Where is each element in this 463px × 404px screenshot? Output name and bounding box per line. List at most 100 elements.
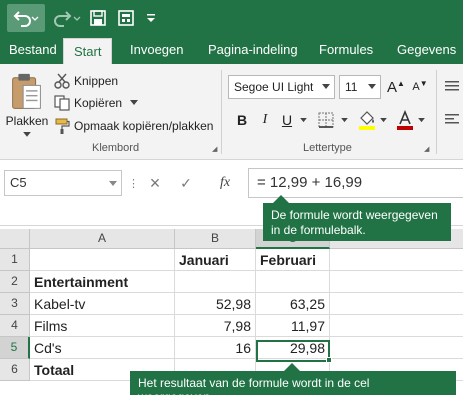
font-color-icon <box>397 110 413 130</box>
cell-b2[interactable] <box>175 271 256 293</box>
paste-button[interactable]: Plakken <box>6 72 48 138</box>
cancel-icon[interactable]: × <box>146 173 164 193</box>
callout-tail <box>273 195 289 203</box>
format-painter-icon <box>55 118 70 134</box>
cell-a3[interactable]: Kabel-tv <box>30 293 175 315</box>
chevron-down-icon <box>379 117 387 122</box>
quick-access-toolbar <box>0 0 463 36</box>
undo-button[interactable] <box>7 4 45 32</box>
fill-handle[interactable] <box>326 357 332 363</box>
cell-empty[interactable] <box>330 271 463 293</box>
cell-empty[interactable] <box>330 293 463 315</box>
dialog-launcher-icon[interactable]: ◢ <box>424 146 432 154</box>
excel-window: Bestand Start Invoegen Pagina-indeling F… <box>0 0 463 404</box>
formula-input[interactable]: = 12,99 + 16,99 <box>248 168 463 198</box>
ribbon: Plakken Knippen Kopiëren Opmaak kopiëren… <box>0 64 463 160</box>
copy-label: Kopiëren <box>74 96 123 110</box>
shrink-font-label: A <box>412 81 420 93</box>
font-size-value: 11 <box>345 80 358 94</box>
underline-button[interactable]: U <box>277 106 297 134</box>
row-header[interactable]: 4 <box>0 315 30 337</box>
select-all-corner[interactable] <box>0 229 30 249</box>
paste-label: Plakken <box>5 114 49 129</box>
chevron-down-icon <box>130 100 139 105</box>
row-header[interactable]: 5 <box>0 337 30 359</box>
form-icon <box>118 10 134 26</box>
ribbon-tabs: Bestand Start Invoegen Pagina-indeling F… <box>0 36 463 64</box>
tab-gegevens[interactable]: Gegevens <box>397 36 456 64</box>
column-header-a[interactable]: A <box>30 229 175 249</box>
copy-button[interactable]: Kopiëren <box>54 93 139 113</box>
customize-toolbar-button[interactable] <box>143 4 159 32</box>
tab-bestand[interactable]: Bestand <box>9 36 57 64</box>
name-box-value: C5 <box>10 175 27 190</box>
cell-b5[interactable]: 16 <box>175 337 256 359</box>
format-painter-label: Opmaak kopiëren/plakken <box>74 119 214 133</box>
borders-icon <box>318 112 334 128</box>
grow-font-button[interactable]: A ▲ <box>386 75 406 99</box>
font-color-options[interactable] <box>416 106 426 134</box>
formula-bar-callout-text: De formule wordt weergegeven in de formu… <box>271 208 438 237</box>
cell-a1[interactable] <box>30 249 175 271</box>
row-header[interactable]: 3 <box>0 293 30 315</box>
bold-button[interactable]: B <box>232 106 252 134</box>
enter-icon[interactable]: ✓ <box>177 173 195 193</box>
save-button[interactable] <box>86 4 110 32</box>
cell-c4[interactable]: 11,97 <box>256 315 330 337</box>
row-header[interactable]: 6 <box>0 359 30 381</box>
cell-empty[interactable] <box>330 249 463 271</box>
tab-invoegen[interactable]: Invoegen <box>130 36 184 64</box>
grow-font-icon: ▲ <box>397 78 405 88</box>
cell-empty[interactable] <box>330 315 463 337</box>
cell-a5[interactable]: Cd's <box>30 337 175 359</box>
fill-color-options[interactable] <box>378 106 388 134</box>
align-left-button[interactable] <box>443 106 461 134</box>
cell-a2[interactable]: Entertainment <box>30 271 175 293</box>
row-header[interactable]: 2 <box>0 271 30 293</box>
cut-button[interactable]: Knippen <box>54 71 118 91</box>
borders-options[interactable] <box>339 106 349 134</box>
grow-font-label: A <box>387 78 398 96</box>
shrink-font-icon: ▼ <box>419 78 428 88</box>
callout-tail <box>284 363 300 371</box>
cell-a4[interactable]: Films <box>30 315 175 337</box>
cell-c3[interactable]: 63,25 <box>256 293 330 315</box>
align-top-button[interactable] <box>443 75 461 99</box>
form-button[interactable] <box>114 4 138 32</box>
dialog-launcher-icon[interactable]: ◢ <box>212 146 220 154</box>
font-size-select[interactable]: 11 <box>339 75 381 99</box>
active-cell-border <box>256 340 330 362</box>
redo-button[interactable] <box>50 4 84 32</box>
align-lines-icon <box>445 114 459 124</box>
name-box[interactable]: C5 <box>4 170 122 196</box>
cell-c1[interactable]: Februari <box>256 249 330 271</box>
tab-pagina-indeling[interactable]: Pagina-indeling <box>208 36 298 64</box>
cell-b3[interactable]: 52,98 <box>175 293 256 315</box>
cell-empty[interactable] <box>330 337 463 359</box>
borders-button[interactable] <box>314 106 338 134</box>
cell-b1[interactable]: Januari <box>175 249 256 271</box>
cell-b4[interactable]: 7,98 <box>175 315 256 337</box>
row-header[interactable]: 1 <box>0 249 30 271</box>
fill-color-button[interactable] <box>356 106 378 134</box>
font-name-select[interactable]: Segoe UI Light <box>228 75 335 99</box>
undo-icon <box>13 11 39 27</box>
chevron-down-icon <box>318 76 334 98</box>
formula-bar-grip-icon[interactable]: ⋮ <box>128 173 139 193</box>
copy-icon <box>54 95 70 111</box>
font-name-value: Segoe UI Light <box>234 80 314 94</box>
clipboard-icon <box>12 73 41 109</box>
chevron-down-icon <box>340 117 348 122</box>
chevron-down-icon <box>23 132 31 138</box>
tab-formules[interactable]: Formules <box>319 36 373 64</box>
underline-options[interactable] <box>298 106 308 134</box>
cell-c2[interactable] <box>256 271 330 293</box>
shrink-font-button[interactable]: A ▼ <box>410 75 430 99</box>
format-painter-button[interactable]: Opmaak kopiëren/plakken <box>54 116 213 136</box>
font-color-button[interactable] <box>394 106 416 134</box>
save-icon <box>90 10 106 26</box>
italic-button[interactable]: I <box>256 106 274 134</box>
insert-function-button[interactable]: fx <box>214 173 236 193</box>
tab-start[interactable]: Start <box>63 38 113 64</box>
column-header-b[interactable]: B <box>175 229 256 249</box>
